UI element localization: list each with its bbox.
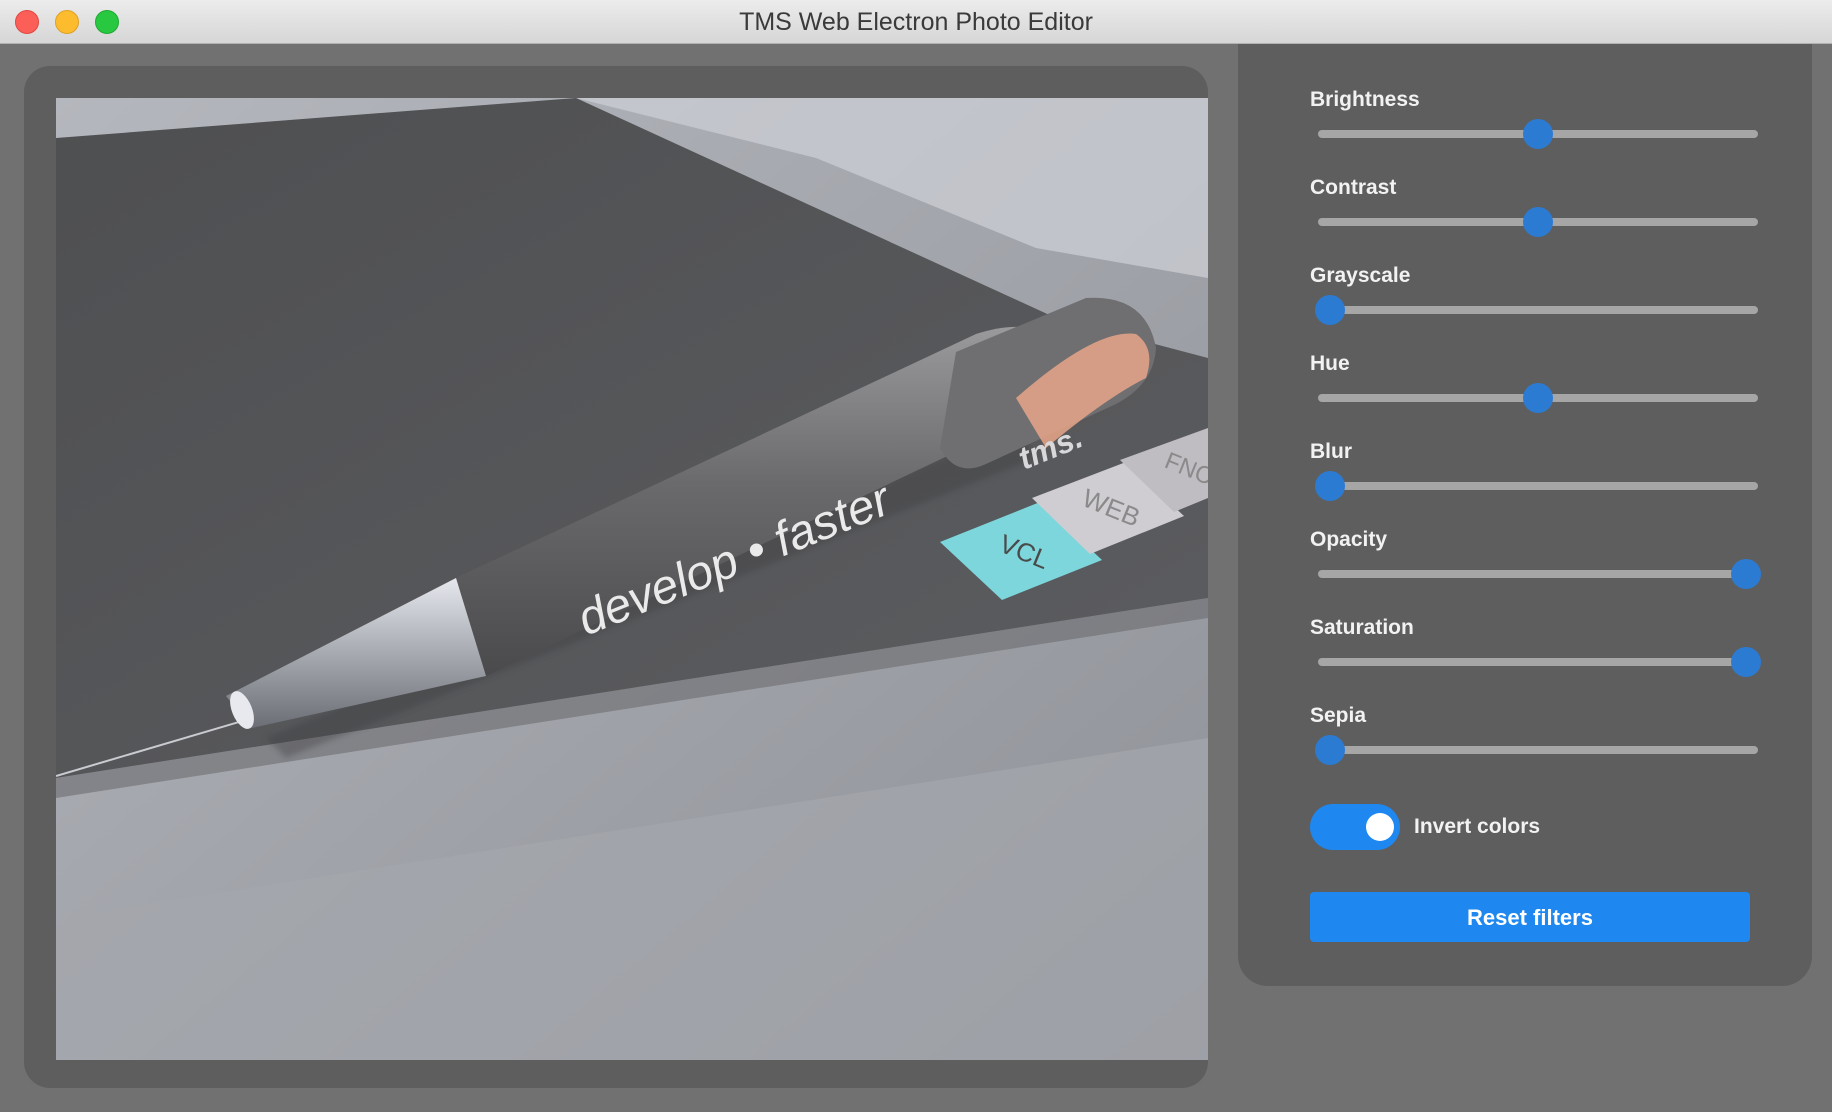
contrast-slider-thumb[interactable] bbox=[1523, 207, 1553, 237]
invert-colors-toggle[interactable] bbox=[1310, 804, 1400, 850]
invert-colors-label: Invert colors bbox=[1414, 815, 1541, 838]
grayscale-filter: Grayscale bbox=[1310, 264, 1758, 344]
photo-panel: VCL WEB FNC tms. develop • faster bbox=[24, 66, 1208, 1088]
contrast-label: Contrast bbox=[1310, 176, 1397, 199]
contrast-filter: Contrast bbox=[1310, 176, 1758, 256]
blur-label: Blur bbox=[1310, 440, 1352, 463]
opacity-slider-thumb[interactable] bbox=[1731, 559, 1761, 589]
window-title: TMS Web Electron Photo Editor bbox=[739, 8, 1093, 36]
opacity-label: Opacity bbox=[1310, 528, 1388, 551]
saturation-filter: Saturation bbox=[1310, 616, 1761, 696]
saturation-slider-track[interactable] bbox=[1318, 658, 1758, 666]
hue-filter: Hue bbox=[1310, 352, 1758, 432]
brightness-label: Brightness bbox=[1310, 88, 1420, 111]
brightness-filter: Brightness bbox=[1310, 88, 1758, 168]
sepia-slider-thumb[interactable] bbox=[1315, 735, 1345, 765]
photo-preview: VCL WEB FNC tms. develop • faster bbox=[56, 98, 1208, 1060]
opacity-filter: Opacity bbox=[1310, 528, 1761, 608]
invert-colors-row: Invert colors bbox=[1310, 804, 1750, 850]
blur-filter: Blur bbox=[1310, 440, 1758, 520]
blur-slider-thumb[interactable] bbox=[1315, 471, 1345, 501]
hue-label: Hue bbox=[1310, 352, 1350, 375]
reset-filters-button[interactable]: Reset filters bbox=[1310, 892, 1750, 942]
hue-slider-thumb[interactable] bbox=[1523, 383, 1553, 413]
grayscale-slider-thumb[interactable] bbox=[1315, 295, 1345, 325]
sepia-filter: Sepia bbox=[1310, 704, 1758, 784]
brightness-slider-thumb[interactable] bbox=[1523, 119, 1553, 149]
saturation-label: Saturation bbox=[1310, 616, 1414, 639]
grayscale-label: Grayscale bbox=[1310, 264, 1411, 287]
grayscale-slider-track[interactable] bbox=[1318, 306, 1758, 314]
sepia-label: Sepia bbox=[1310, 704, 1367, 727]
toggle-knob bbox=[1366, 813, 1394, 841]
saturation-slider-thumb[interactable] bbox=[1731, 647, 1761, 677]
blur-slider-track[interactable] bbox=[1318, 482, 1758, 490]
opacity-slider-track[interactable] bbox=[1318, 570, 1758, 578]
filters-panel: Brightness Contrast Grayscale Hue Blur O… bbox=[1238, 44, 1812, 986]
title-bar: TMS Web Electron Photo Editor bbox=[0, 0, 1832, 44]
sepia-slider-track[interactable] bbox=[1318, 746, 1758, 754]
